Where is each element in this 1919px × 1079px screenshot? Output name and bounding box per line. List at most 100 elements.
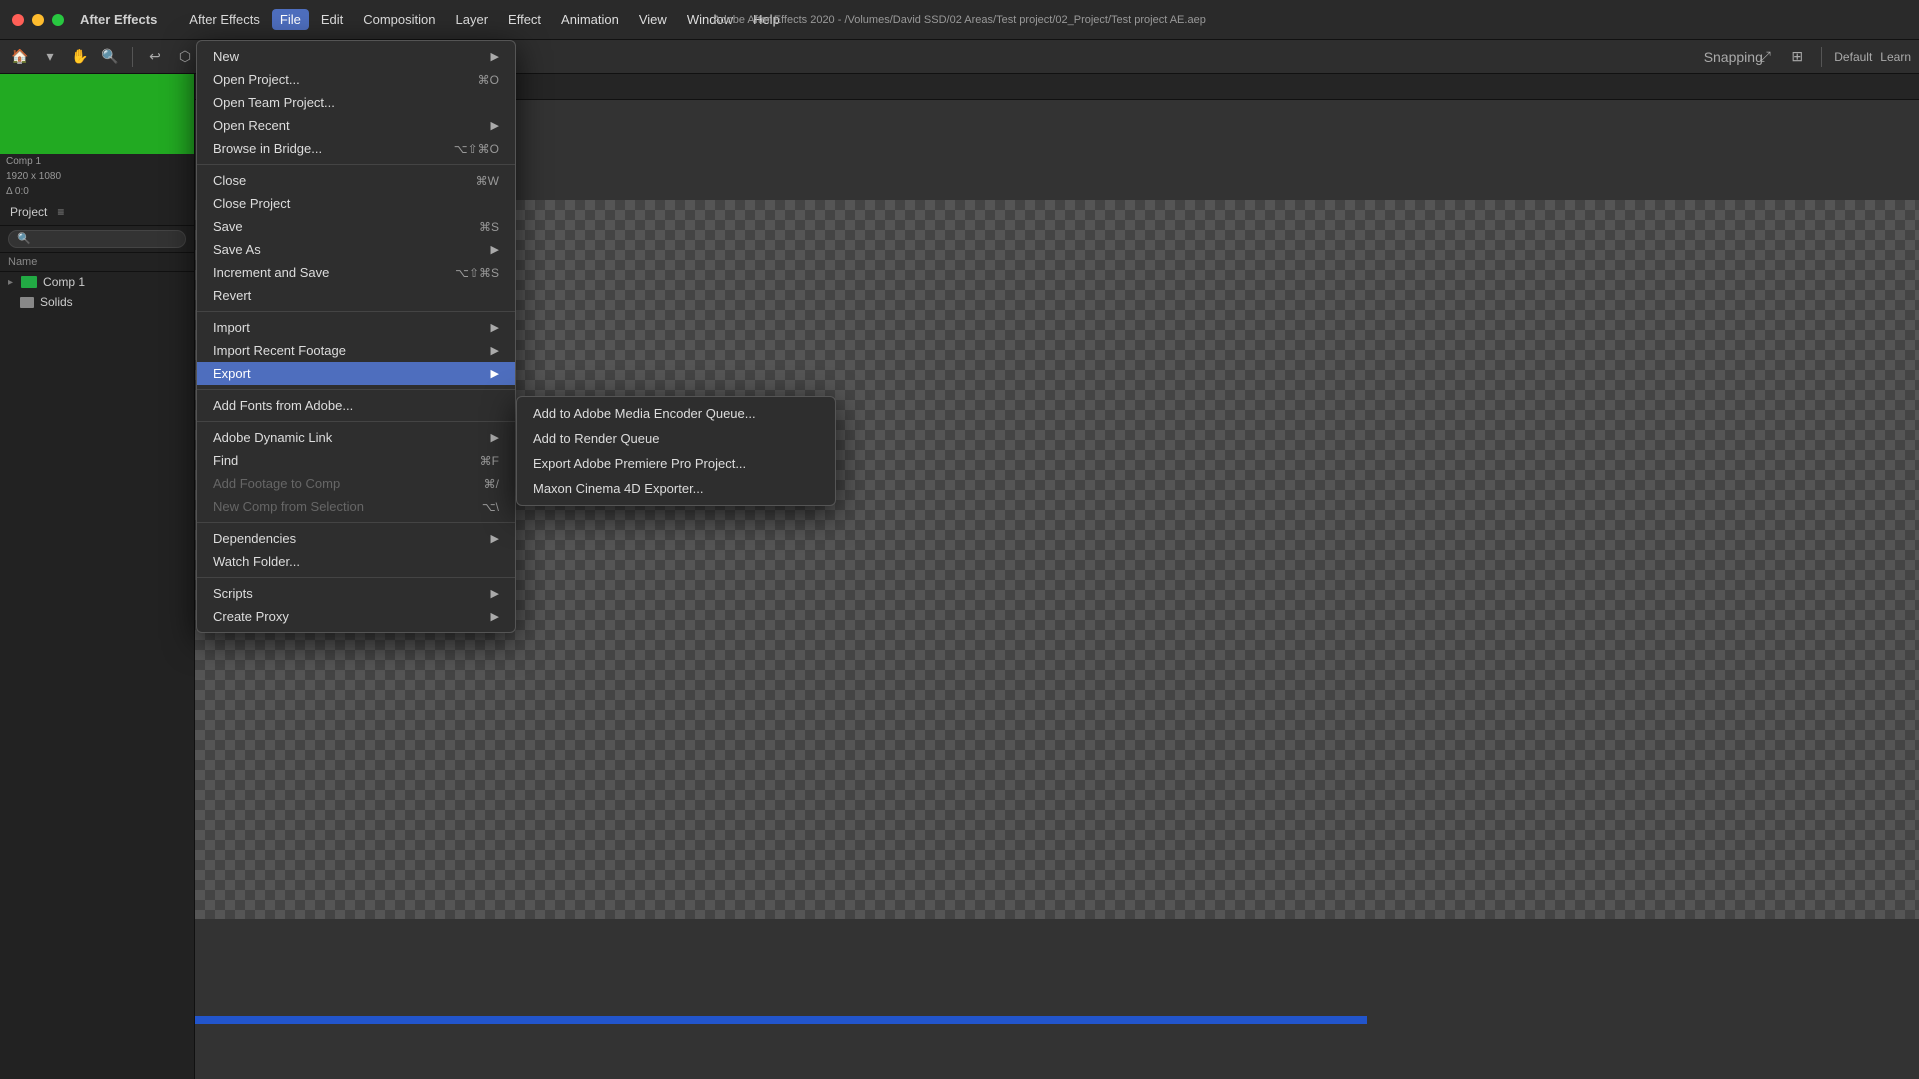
file-menu-item-adobe_dynamic_link[interactable]: Adobe Dynamic Link▶ [197,426,515,449]
submenu-arrow-icon: ▶ [491,50,499,63]
menu-item-label: Dependencies [213,531,296,546]
file-menu-item-browse_bridge[interactable]: Browse in Bridge...⌥⇧⌘O [197,137,515,160]
comp-info-delta: Δ 0:0 [0,184,194,199]
file-menu-item-close_project[interactable]: Close Project [197,192,515,215]
file-menu-item-add_fonts[interactable]: Add Fonts from Adobe... [197,394,515,417]
file-menu-item-open_project[interactable]: Open Project...⌘O [197,68,515,91]
project-header: Project ≡ [0,199,194,226]
home-button[interactable]: 🏠 [8,45,32,69]
menu-item-label: Close [213,173,246,188]
file-menu-item-close[interactable]: Close⌘W [197,169,515,192]
file-menu-item-add_footage_to_comp: Add Footage to Comp ⌘/ [197,472,515,495]
left-panel: Comp 1 1920 x 1080 Δ 0:0 Project ≡ Name … [0,74,195,1079]
file-menu-item-open_recent[interactable]: Open Recent▶ [197,114,515,137]
submenu-arrow-icon: ▶ [491,243,499,256]
export-submenu-item-add_to_render_queue[interactable]: Add to Render Queue [517,426,835,451]
file-menu-item-revert[interactable]: Revert [197,284,515,307]
file-menu-item-export[interactable]: Export ▶ [197,362,515,385]
project-panel-title: Project [10,205,47,219]
name-column-header: Name [8,256,37,268]
submenu-arrow-icon: ▶ [491,321,499,334]
hand-tool[interactable]: ✋ [68,45,92,69]
file-menu-item-open_team_project[interactable]: Open Team Project... [197,91,515,114]
file-menu[interactable]: New ▶ Open Project...⌘O Open Team Project..… [196,40,516,633]
snapping-toggle[interactable]: Snapping [1721,45,1745,69]
menu-item-shortcut: ⌥\ [482,500,499,514]
file-menu-item-dependencies[interactable]: Dependencies ▶ [197,527,515,550]
cam-tool[interactable]: ⬡ [173,45,197,69]
menu-item-label: Save As [213,242,261,257]
menu-item-file[interactable]: File [272,9,309,30]
file-menu-item-new_comp_from_selection: New Comp from Selection⌥\ [197,495,515,518]
app-name-label: After Effects [80,12,157,27]
timeline-indicator-bar [195,1016,1367,1024]
menu-item-label: Scripts [213,586,253,601]
menu-item-shortcut: ⌘F [480,454,499,468]
comp-info-size: 1920 x 1080 [0,169,194,184]
folder-item-label: Solids [40,295,73,309]
menu-item-label: Adobe Dynamic Link [213,430,332,445]
export-submenu[interactable]: Add to Adobe Media Encoder Queue... Add t… [516,396,836,506]
menu-item-animation[interactable]: Animation [553,9,627,30]
menu-item-label: Export [213,366,251,381]
learn-label: Learn [1880,50,1911,64]
menu-item-layer[interactable]: Layer [448,9,497,30]
menu-item-label: Find [213,453,238,468]
export-submenu-item-export_premiere_pro[interactable]: Export Adobe Premiere Pro Project... [517,451,835,476]
zoom-tool[interactable]: 🔍 [98,45,122,69]
file-menu-item-watch_folder[interactable]: Watch Folder... [197,550,515,573]
file-menu-item-create_proxy[interactable]: Create Proxy▶ [197,605,515,628]
menu-item-label: Import Recent Footage [213,343,346,358]
submenu-arrow-icon: ▶ [491,119,499,132]
close-window-button[interactable] [12,14,24,26]
submenu-arrow-icon: ▶ [491,587,499,600]
comp-thumbnail [0,74,194,154]
export-submenu-item-maxon_cinema_4d[interactable]: Maxon Cinema 4D Exporter... [517,476,835,501]
export-submenu-item-add_to_media_encoder[interactable]: Add to Adobe Media Encoder Queue... [517,401,835,426]
menu-item-shortcut: ⌥⇧⌘O [454,142,499,156]
menu-item-label: Save [213,219,243,234]
menu-item-edit[interactable]: Edit [313,9,351,30]
default-label: Default [1834,50,1872,64]
menu-item-label: Watch Folder... [213,554,300,569]
menu-item-shortcut: ⌘/ [484,477,499,491]
submenu-item-label: Add to Adobe Media Encoder Queue... [533,406,756,421]
file-menu-item-find[interactable]: Find ⌘F [197,449,515,472]
menu-item-shortcut: ⌘S [479,220,499,234]
file-menu-item-new[interactable]: New ▶ [197,45,515,68]
menu-separator [197,389,515,390]
comp-item[interactable]: ▸ Comp 1 [0,272,194,292]
file-menu-item-scripts[interactable]: Scripts ▶ [197,582,515,605]
file-menu-item-increment_save[interactable]: Increment and Save⌥⇧⌘S [197,261,515,284]
separator [1821,47,1822,67]
file-menu-item-import[interactable]: Import▶ [197,316,515,339]
menu-item-label: Increment and Save [213,265,329,280]
expand-icon: ▸ [8,277,13,288]
file-menu-item-save[interactable]: Save ⌘S [197,215,515,238]
menu-item-after-effects[interactable]: After Effects [181,9,268,30]
menu-item-view[interactable]: View [631,9,675,30]
menu-item-effect[interactable]: Effect [500,9,549,30]
menu-item-label: Add Footage to Comp [213,476,340,491]
menu-item-label: Open Team Project... [213,95,335,110]
menu-item-composition[interactable]: Composition [355,9,443,30]
window-controls [12,14,64,26]
menu-item-label: New [213,49,239,64]
expand-button[interactable]: ⤢ [1753,45,1777,69]
fit-button[interactable]: ⊞ [1785,45,1809,69]
folder-item[interactable]: Solids [0,292,194,312]
rotate-tool[interactable]: ↩ [143,45,167,69]
select-tool[interactable]: ▾ [38,45,62,69]
project-search-input[interactable] [8,230,186,248]
panel-menu-icon[interactable]: ≡ [57,205,64,219]
menu-separator [197,421,515,422]
submenu-arrow-icon: ▶ [491,367,499,380]
submenu-arrow-icon: ▶ [491,532,499,545]
menu-item-label: Create Proxy [213,609,289,624]
maximize-window-button[interactable] [52,14,64,26]
file-menu-item-save_as[interactable]: Save As ▶ [197,238,515,261]
title-path: Adobe After Effects 2020 - /Volumes/Davi… [713,14,1206,26]
separator [132,47,133,67]
minimize-window-button[interactable] [32,14,44,26]
file-menu-item-import_recent[interactable]: Import Recent Footage▶ [197,339,515,362]
